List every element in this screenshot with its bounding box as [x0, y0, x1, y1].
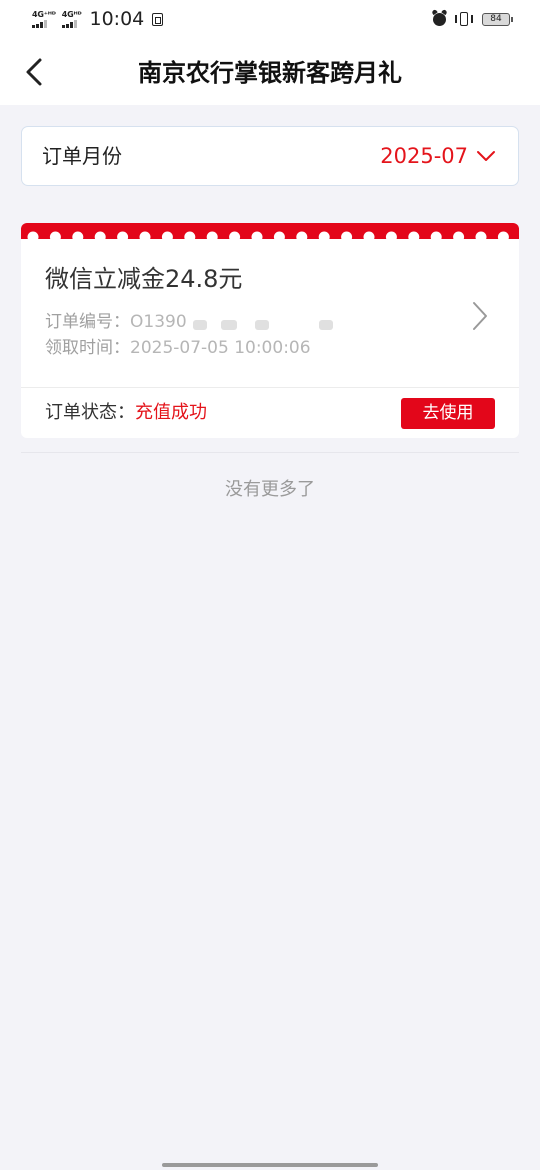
- status-right: 84: [433, 12, 513, 26]
- sim-card-icon: [152, 12, 164, 26]
- status-time: 10:04: [89, 8, 145, 30]
- network-label-1: 4G⁺ᴴᴰ: [32, 9, 56, 19]
- chevron-right-icon[interactable]: [471, 301, 489, 331]
- month-label: 订单月份: [42, 144, 122, 168]
- status-left: 4G⁺ᴴᴰ 4Gᴴᴰ 10:04: [32, 8, 164, 30]
- order-status-label: 订单状态：: [45, 402, 135, 423]
- navigation-bar: 南京农行掌银新客跨月礼: [0, 42, 540, 105]
- status-bar: 4G⁺ᴴᴰ 4Gᴴᴰ 10:04 84: [0, 0, 540, 42]
- order-number-row: 订单编号：O1390: [45, 310, 187, 334]
- home-indicator[interactable]: [162, 1163, 378, 1167]
- selected-month: 2025-07: [380, 144, 468, 168]
- month-selector[interactable]: 订单月份 2025-07: [21, 126, 519, 186]
- network-label-2: 4Gᴴᴰ: [61, 9, 82, 19]
- signal-icon: [32, 19, 47, 28]
- order-status-value: 充值成功: [135, 402, 207, 423]
- vibrate-icon: [454, 12, 474, 26]
- network-indicator-2: 4Gᴴᴰ: [61, 9, 82, 28]
- order-card[interactable]: 微信立减金24.8元 订单编号：O1390 领取时间：2025-07-05 10…: [21, 223, 519, 438]
- month-value[interactable]: 2025-07: [380, 142, 496, 170]
- signal-icon: [61, 19, 77, 28]
- use-button[interactable]: 去使用: [401, 398, 495, 429]
- claim-time-row: 领取时间：2025-07-05 10:00:06: [45, 336, 311, 360]
- order-number-value: O1390: [130, 312, 187, 332]
- redacted-order-number: [191, 315, 341, 335]
- battery-icon: 84: [482, 12, 513, 26]
- page-title: 南京农行掌银新客跨月礼: [138, 59, 402, 87]
- card-divider: [21, 387, 519, 388]
- list-divider: [21, 452, 519, 453]
- claim-time-value: 2025-07-05 10:00:06: [130, 338, 311, 358]
- order-status-row: 订单状态：充值成功: [45, 400, 207, 426]
- network-indicator-1: 4G⁺ᴴᴰ: [32, 9, 56, 28]
- no-more-text: 没有更多了: [225, 479, 315, 500]
- order-title: 微信立减金24.8元: [45, 265, 243, 293]
- chevron-down-icon: [477, 151, 495, 161]
- claim-time-label: 领取时间：: [45, 338, 130, 358]
- card-scallop-header: [21, 223, 519, 239]
- alarm-icon: [433, 12, 446, 26]
- order-number-label: 订单编号：: [45, 312, 130, 332]
